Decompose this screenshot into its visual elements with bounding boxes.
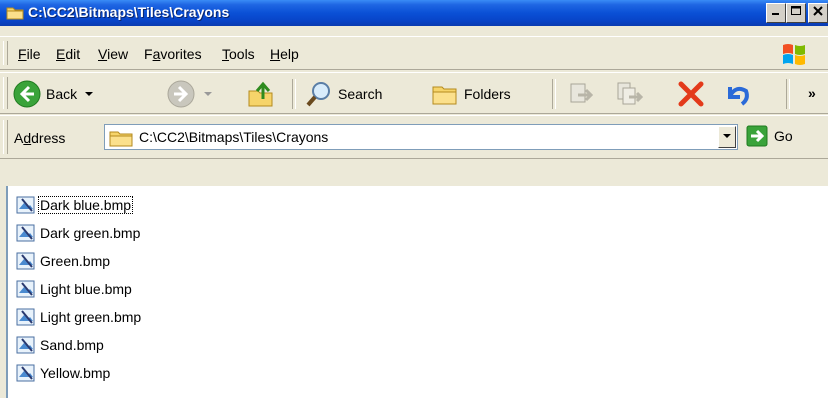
undo-icon	[728, 86, 749, 106]
address-label: Address	[14, 130, 66, 146]
up-folder-icon	[248, 81, 273, 107]
forward-button[interactable]	[166, 78, 214, 110]
file-name: Green.bmp	[40, 253, 111, 269]
standard-toolbar: Back Search Folders »	[0, 72, 828, 114]
toolbar-chevron[interactable]: »	[808, 85, 816, 101]
address-grip[interactable]	[3, 120, 8, 154]
bitmap-file-icon	[16, 308, 35, 326]
delete-button[interactable]	[676, 78, 706, 110]
file-name: Dark blue.bmp	[37, 196, 134, 214]
folder-icon	[6, 7, 24, 20]
back-button[interactable]: Back	[12, 78, 95, 110]
go-arrow-icon	[746, 125, 768, 147]
search-button[interactable]: Search	[304, 78, 382, 110]
file-list[interactable]: Dark blue.bmp Dark green.bmp Green.bmp L…	[6, 186, 828, 398]
file-name: Sand.bmp	[40, 337, 104, 353]
copy-to-button[interactable]	[614, 78, 644, 110]
copy-to-icon	[617, 82, 644, 105]
toolbar-separator	[552, 79, 556, 109]
bitmap-file-icon	[16, 196, 35, 214]
forward-arrow-icon	[167, 80, 195, 108]
undo-button[interactable]	[722, 78, 752, 110]
go-button[interactable]: Go	[746, 125, 793, 147]
bitmap-file-icon	[16, 252, 35, 270]
chevron-down-icon	[723, 134, 731, 138]
minimize-icon	[772, 13, 779, 15]
file-item[interactable]: Yellow.bmp	[16, 360, 111, 386]
maximize-button[interactable]	[786, 3, 806, 23]
file-item[interactable]: Dark blue.bmp	[16, 192, 134, 218]
file-name: Dark green.bmp	[40, 225, 141, 241]
up-folder-button[interactable]	[246, 78, 276, 110]
address-value: C:\CC2\Bitmaps\Tiles\Crayons	[139, 129, 329, 145]
address-bar: Address C:\CC2\Bitmaps\Tiles\Crayons Go	[0, 115, 828, 159]
windows-logo-icon	[783, 44, 805, 65]
file-item[interactable]: Light green.bmp	[16, 304, 142, 330]
menu-view[interactable]: View	[98, 46, 128, 62]
explorer-window: C:\CC2\Bitmaps\Tiles\Crayons File Edit V…	[0, 0, 828, 398]
address-input[interactable]: C:\CC2\Bitmaps\Tiles\Crayons	[104, 124, 738, 150]
toolbar-separator	[292, 79, 296, 109]
minimize-button[interactable]	[766, 3, 786, 23]
file-name: Yellow.bmp	[40, 365, 111, 381]
back-dropdown-icon[interactable]	[83, 89, 95, 99]
folders-button[interactable]: Folders	[430, 78, 511, 110]
file-name: Light blue.bmp	[40, 281, 132, 297]
menu-tools[interactable]: Tools	[222, 46, 255, 62]
folder-icon	[109, 131, 133, 147]
menu-help[interactable]: Help	[270, 46, 299, 62]
bitmap-file-icon	[16, 336, 35, 354]
menu-grip[interactable]	[3, 41, 8, 65]
back-arrow-icon	[13, 80, 41, 108]
search-icon	[306, 82, 330, 107]
menu-bar: File Edit View Favorites Tools Help	[0, 36, 828, 70]
file-item[interactable]: Dark green.bmp	[16, 220, 141, 246]
move-to-button[interactable]	[566, 78, 596, 110]
file-name: Light green.bmp	[40, 309, 142, 325]
file-item[interactable]: Sand.bmp	[16, 332, 105, 358]
address-dropdown-button[interactable]	[718, 126, 736, 148]
move-to-icon	[570, 83, 594, 103]
close-button[interactable]	[808, 3, 828, 23]
menu-favorites[interactable]: Favorites	[144, 46, 202, 62]
bitmap-file-icon	[16, 224, 35, 242]
delete-x-icon	[678, 81, 704, 107]
folders-icon	[432, 86, 457, 105]
close-icon	[813, 6, 823, 16]
menu-edit[interactable]: Edit	[56, 46, 80, 62]
forward-dropdown-icon[interactable]	[202, 89, 214, 99]
bitmap-file-icon	[16, 364, 35, 382]
maximize-icon	[791, 6, 801, 15]
file-item[interactable]: Green.bmp	[16, 248, 111, 274]
window-title: C:\CC2\Bitmaps\Tiles\Crayons	[28, 4, 230, 20]
toolbar-separator	[786, 79, 790, 109]
file-item[interactable]: Light blue.bmp	[16, 276, 133, 302]
menu-file[interactable]: File	[18, 46, 41, 62]
title-bar[interactable]: C:\CC2\Bitmaps\Tiles\Crayons	[0, 0, 828, 26]
toolbar-grip[interactable]	[3, 77, 8, 109]
bitmap-file-icon	[16, 280, 35, 298]
